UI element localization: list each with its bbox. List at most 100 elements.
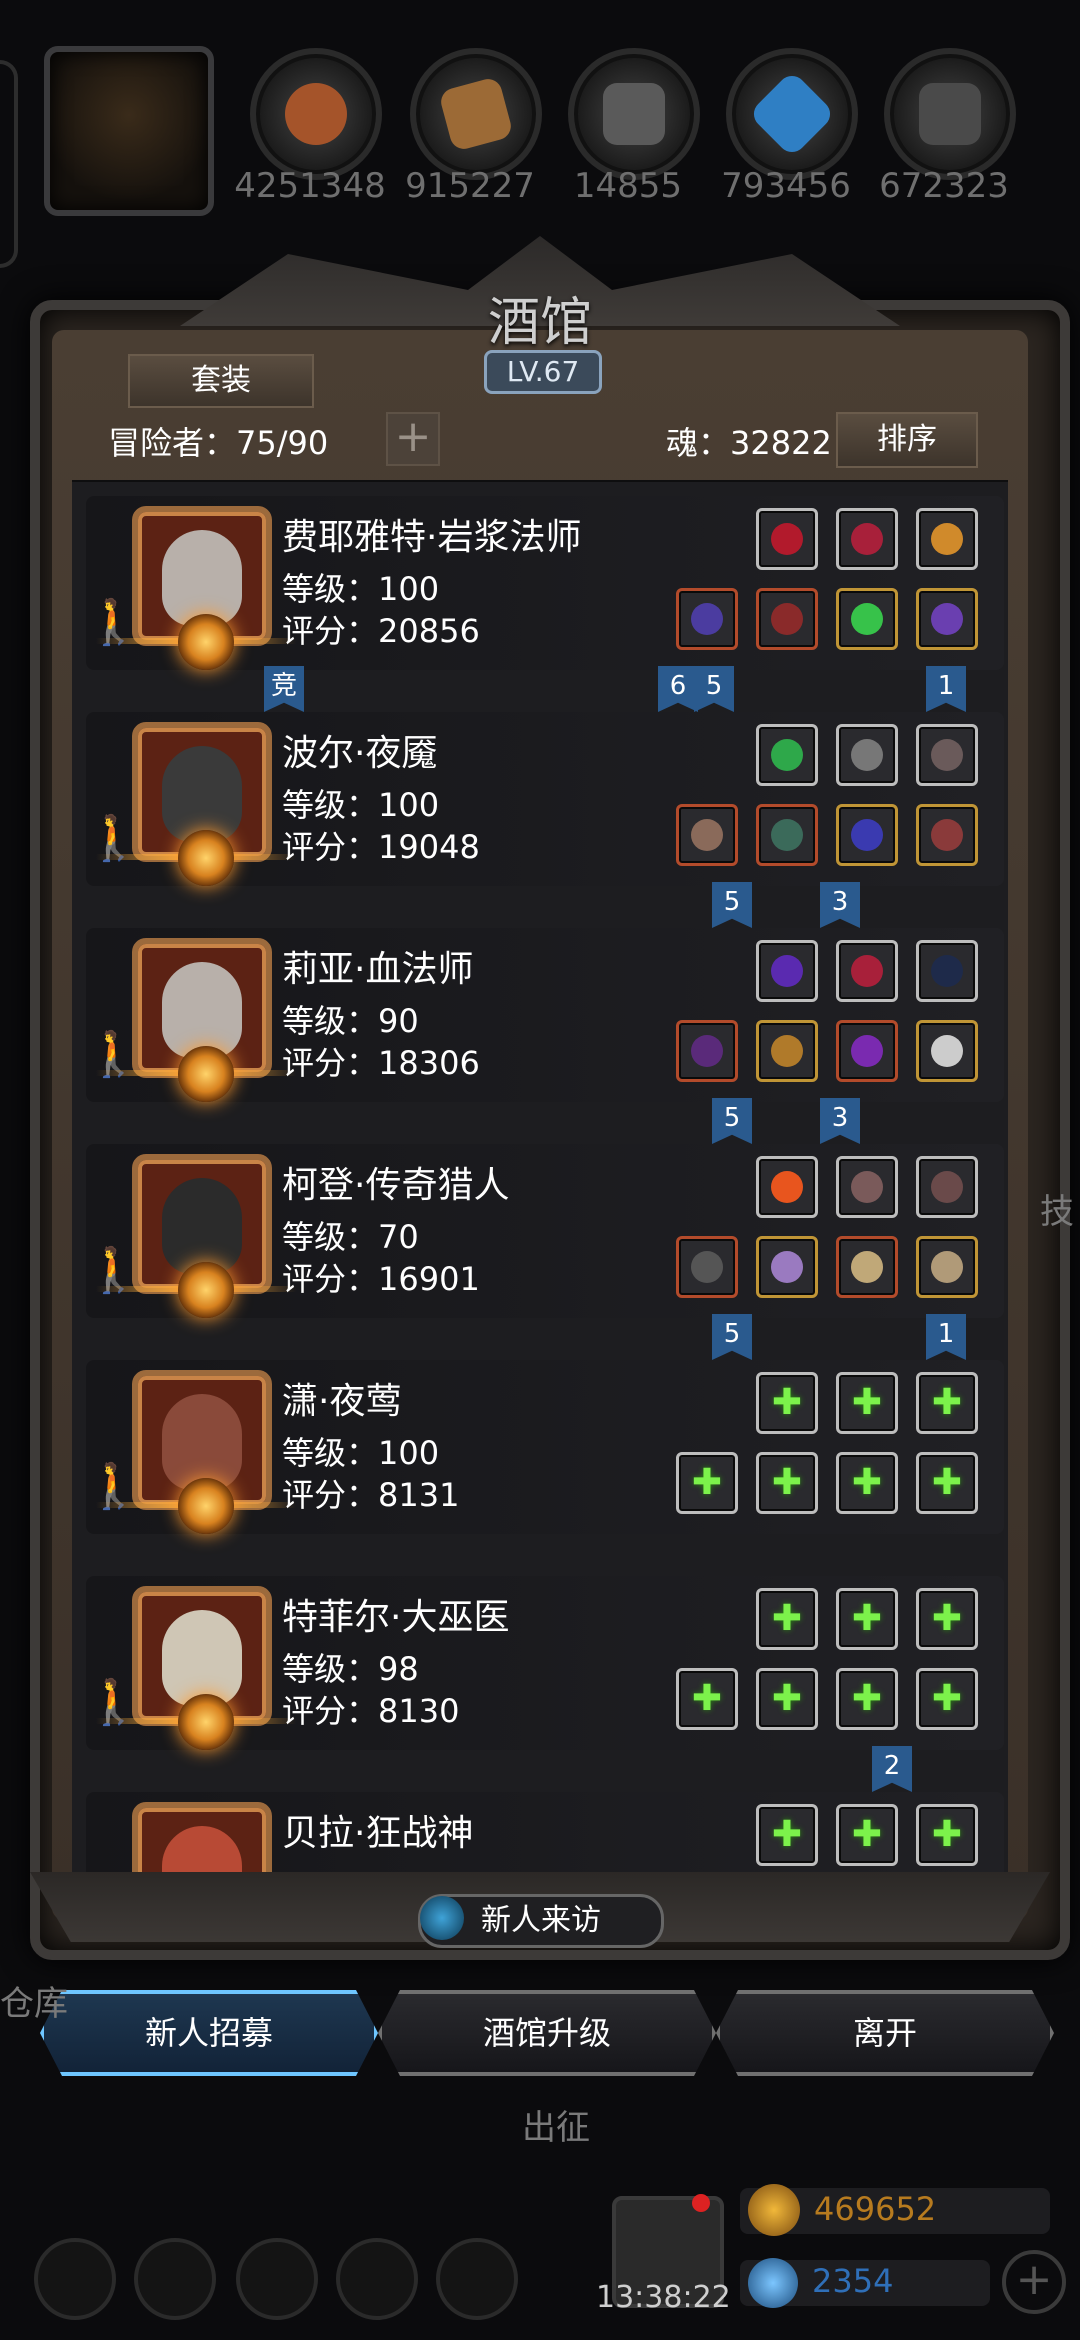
- equip-slot[interactable]: [916, 1236, 978, 1298]
- hero-row[interactable]: 🚶 波尔·夜魇 等级：100 评分：19048: [86, 712, 1004, 886]
- gold-icon: [748, 2184, 800, 2236]
- add-equip-slot[interactable]: [756, 1588, 818, 1650]
- adventurer-count: 冒险者：75/90: [108, 424, 329, 462]
- figure-icon: 🚶: [86, 1461, 141, 1512]
- add-equip-slot[interactable]: [756, 1804, 818, 1866]
- equip-slot[interactable]: [676, 1020, 738, 1082]
- hero-level: 等级：70: [282, 1218, 419, 1256]
- equip-slot[interactable]: [676, 588, 738, 650]
- hero-name: 贝拉·狂战神: [282, 1813, 474, 1854]
- side-menu-tab[interactable]: [0, 60, 18, 268]
- add-equip-slot[interactable]: [676, 1452, 738, 1514]
- tag-badge: 5: [712, 882, 752, 928]
- add-equip-slot[interactable]: [756, 1668, 818, 1730]
- equip-slot[interactable]: [836, 1236, 898, 1298]
- tavern-level-badge: LV.67: [484, 350, 602, 394]
- gear-icon[interactable]: [34, 2238, 116, 2320]
- add-equip-slot[interactable]: [836, 1372, 898, 1434]
- figure-icon: 🚶: [86, 1029, 141, 1080]
- figure-icon: 🚶: [86, 1245, 141, 1296]
- hero-name: 费耶雅特·岩浆法师: [282, 517, 582, 558]
- rank-emblem-icon: [178, 614, 234, 670]
- upgrade-tavern-button[interactable]: 酒馆升级: [378, 1990, 716, 2076]
- add-equip-slot[interactable]: [836, 1452, 898, 1514]
- equip-slot[interactable]: [836, 588, 898, 650]
- add-equip-slot[interactable]: [916, 1804, 978, 1866]
- helmet-icon[interactable]: [236, 2238, 318, 2320]
- hero-row[interactable]: 🚶 柯登·传奇猎人 等级：70 评分：16901: [86, 1144, 1004, 1318]
- add-equip-slot[interactable]: [756, 1372, 818, 1434]
- equip-slot[interactable]: [916, 1020, 978, 1082]
- equip-slot[interactable]: [756, 1156, 818, 1218]
- equip-slot[interactable]: [916, 724, 978, 786]
- rank-emblem-icon: [178, 1046, 234, 1102]
- add-equip-slot[interactable]: [916, 1372, 978, 1434]
- add-equip-slot[interactable]: [916, 1452, 978, 1514]
- equip-slot[interactable]: [836, 940, 898, 1002]
- iron-value: 672323: [879, 166, 1009, 206]
- figure-icon: 🚶: [86, 597, 141, 648]
- add-equip-slot[interactable]: [836, 1668, 898, 1730]
- expand-capacity-button[interactable]: +: [386, 412, 440, 466]
- scroll-icon[interactable]: [436, 2238, 518, 2320]
- equip-slot[interactable]: [756, 1236, 818, 1298]
- recruit-button[interactable]: 新人招募: [40, 1990, 378, 2076]
- equip-slot[interactable]: [836, 1020, 898, 1082]
- tag-badge: 1: [926, 1314, 966, 1360]
- equip-slot[interactable]: [916, 940, 978, 1002]
- add-gems-button[interactable]: +: [1002, 2250, 1066, 2314]
- add-equip-slot[interactable]: [756, 1452, 818, 1514]
- equip-slot[interactable]: [676, 1236, 738, 1298]
- skill-label: 技: [1040, 1192, 1074, 1232]
- equip-slot[interactable]: [756, 724, 818, 786]
- leave-button[interactable]: 离开: [716, 1990, 1054, 2076]
- add-equip-slot[interactable]: [916, 1668, 978, 1730]
- equip-slot[interactable]: [756, 940, 818, 1002]
- hero-level: 等级：98: [282, 1650, 419, 1688]
- hero-score: 评分：8130: [282, 1692, 460, 1730]
- expedition-label[interactable]: 出征: [522, 2100, 590, 2149]
- tag-badge: 3: [820, 882, 860, 928]
- add-equip-slot[interactable]: [676, 1668, 738, 1730]
- sort-button[interactable]: 排序: [836, 412, 978, 468]
- hero-level: 等级：100: [282, 786, 440, 824]
- hero-name: 潇·夜莺: [282, 1381, 402, 1422]
- equip-slot[interactable]: [836, 724, 898, 786]
- hero-score: 评分：20856: [282, 612, 480, 650]
- star-icon[interactable]: [134, 2238, 216, 2320]
- equip-slot[interactable]: [756, 804, 818, 866]
- tag-badge: 5: [712, 1098, 752, 1144]
- equip-slot[interactable]: [756, 588, 818, 650]
- plank-value: 915227: [405, 166, 535, 206]
- hero-row[interactable]: 🚶 特菲尔·大巫医 等级：98 评分：8130: [86, 1576, 1004, 1750]
- hero-row[interactable]: 🚶 潇·夜莺 等级：100 评分：8131: [86, 1360, 1004, 1534]
- equip-slot[interactable]: [836, 804, 898, 866]
- player-portrait[interactable]: [44, 46, 214, 216]
- chest-icon[interactable]: [336, 2238, 418, 2320]
- hero-row[interactable]: 贝拉·狂战神: [86, 1792, 1004, 1872]
- add-equip-slot[interactable]: [836, 1588, 898, 1650]
- equip-slot[interactable]: [916, 508, 978, 570]
- hero-name: 特菲尔·大巫医: [282, 1597, 510, 1638]
- equip-slot[interactable]: [756, 508, 818, 570]
- equip-slot[interactable]: [836, 508, 898, 570]
- outfit-button[interactable]: 套装: [128, 354, 314, 408]
- hero-name: 柯登·传奇猎人: [282, 1165, 510, 1206]
- add-equip-slot[interactable]: [836, 1804, 898, 1866]
- add-equip-slot[interactable]: [916, 1588, 978, 1650]
- hero-list[interactable]: 🚶 费耶雅特·岩浆法师 等级：100 评分：20856 竞 6 5 1 🚶 波尔…: [72, 480, 1008, 1872]
- hero-row[interactable]: 🚶 莉亚·血法师 等级：90 评分：18306: [86, 928, 1004, 1102]
- equip-slot[interactable]: [916, 588, 978, 650]
- hero-row[interactable]: 🚶 费耶雅特·岩浆法师 等级：100 评分：20856: [86, 496, 1004, 670]
- hero-score: 评分：19048: [282, 828, 480, 866]
- equip-slot[interactable]: [676, 804, 738, 866]
- equip-slot[interactable]: [916, 1156, 978, 1218]
- equip-slot[interactable]: [836, 1156, 898, 1218]
- figure-icon: 🚶: [86, 813, 141, 864]
- hero-level: 等级：100: [282, 570, 440, 608]
- gem-icon: [748, 2258, 798, 2308]
- gem-amount: 2354: [812, 2262, 894, 2300]
- equip-slot[interactable]: [916, 804, 978, 866]
- equip-slot[interactable]: [756, 1020, 818, 1082]
- hero-score: 评分：16901: [282, 1260, 480, 1298]
